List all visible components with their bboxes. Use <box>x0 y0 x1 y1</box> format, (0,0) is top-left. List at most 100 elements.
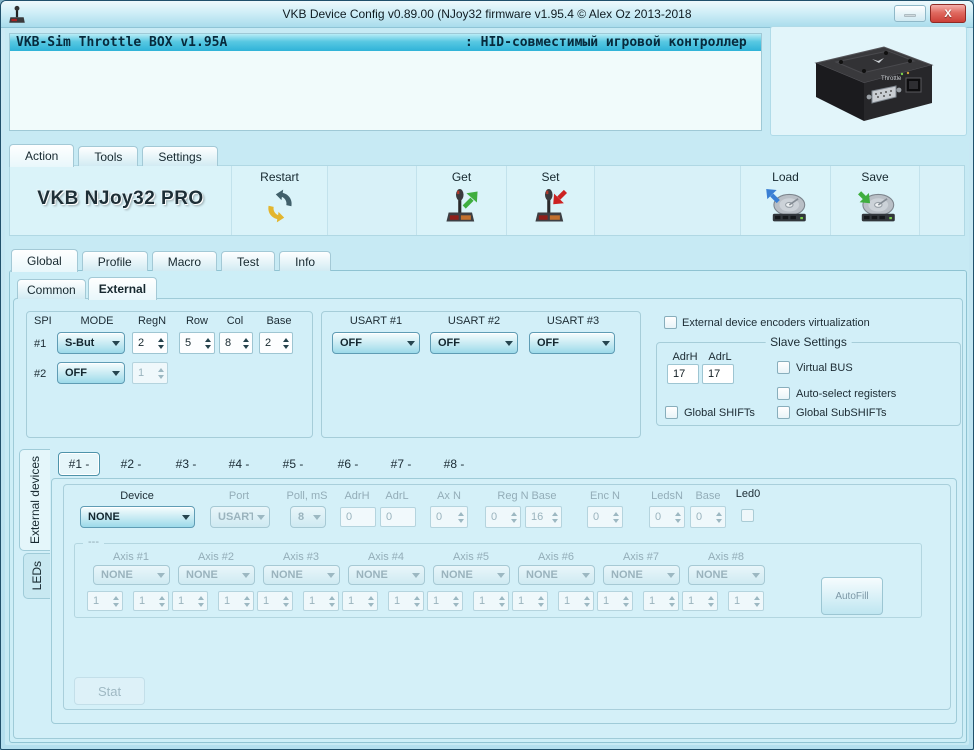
spi-2-mode-select[interactable]: OFF <box>57 362 125 384</box>
spinner-down-icon[interactable] <box>205 345 211 349</box>
device-tab-3[interactable]: #3 - <box>176 457 197 471</box>
spinner-down-icon[interactable] <box>243 345 249 349</box>
device-list-selected-row[interactable]: VKB-Sim Throttle BOX v1.95A : HID-совмес… <box>10 34 761 51</box>
ledsn-stepper: 0 <box>649 506 685 528</box>
spinner-up-icon <box>675 512 681 516</box>
axn-stepper: 0 <box>430 506 468 528</box>
chevron-down-icon <box>178 515 194 520</box>
minimize-button[interactable] <box>894 5 926 22</box>
device-tab-8[interactable]: #8 - <box>444 457 465 471</box>
spinner-buttons[interactable] <box>279 338 292 349</box>
chevron-down-icon <box>598 341 614 346</box>
axis-1-column: Axis #1 NONE 1 1 <box>85 544 170 619</box>
selected-value: S-But <box>58 337 108 349</box>
chevron-down-icon <box>309 515 325 520</box>
spi-1-col-stepper[interactable]: 8 <box>219 332 253 354</box>
tab-action[interactable]: Action <box>9 144 74 167</box>
encoders-virtualization-checkbox[interactable] <box>664 316 677 329</box>
axis-4-stepper-b: 1 <box>388 591 424 611</box>
tab-external[interactable]: External <box>88 277 157 300</box>
slave-settings-title: Slave Settings <box>765 335 852 349</box>
spinner-up-icon[interactable] <box>205 338 211 342</box>
spi-header-regn: RegN <box>138 315 166 327</box>
spinner-up-icon[interactable] <box>158 338 164 342</box>
selected-value: OFF <box>530 337 598 349</box>
spinner-buttons <box>534 596 547 607</box>
usart2-select[interactable]: OFF <box>430 332 518 354</box>
tab-global[interactable]: Global <box>11 249 78 272</box>
tab-tools[interactable]: Tools <box>78 146 138 166</box>
spinner-value: 1 <box>258 595 279 607</box>
autofill-button[interactable]: AutoFill <box>821 577 883 615</box>
auto-select-registers-checkbox[interactable] <box>777 387 790 400</box>
chevron-down-icon <box>108 371 124 376</box>
tab-test[interactable]: Test <box>221 251 275 271</box>
spinner-up-icon[interactable] <box>283 338 289 342</box>
selected-value: NONE <box>349 569 408 581</box>
external-device-settings-group: Device Port Poll, mS AdrH AdrL Ax N Reg … <box>63 484 951 710</box>
spinner-up-icon <box>368 596 374 600</box>
spinner-value: 1 <box>598 595 619 607</box>
device-tab-2[interactable]: #2 - <box>121 457 142 471</box>
selected-value: NONE <box>94 569 153 581</box>
ledsn-label: LedsN <box>651 490 683 502</box>
virtual-bus-checkbox[interactable] <box>777 361 790 374</box>
close-button[interactable]: X <box>930 4 966 23</box>
global-subshifts-label: Global SubSHIFTs <box>796 407 886 419</box>
global-subshifts-checkbox[interactable] <box>777 406 790 419</box>
tab-profile[interactable]: Profile <box>82 251 148 271</box>
axis-3-stepper-a: 1 <box>257 591 293 611</box>
spinner-buttons <box>609 512 622 523</box>
selected-value: NONE <box>604 569 663 581</box>
spi-1-base-stepper[interactable]: 2 <box>259 332 293 354</box>
restart-button[interactable]: Restart <box>232 166 328 235</box>
spi-1-regn-stepper[interactable]: 2 <box>132 332 168 354</box>
axis-7-select: NONE <box>603 565 680 585</box>
led0-label: Led0 <box>736 488 760 500</box>
spinner-down-icon[interactable] <box>283 345 289 349</box>
adrh-field[interactable]: 17 <box>667 364 699 384</box>
device-select[interactable]: NONE <box>80 506 195 528</box>
set-button[interactable]: Set <box>507 166 595 235</box>
spinner-down-icon <box>283 603 289 607</box>
spinner-down-icon[interactable] <box>158 345 164 349</box>
usart3-select[interactable]: OFF <box>529 332 615 354</box>
adrl-field[interactable]: 17 <box>702 364 734 384</box>
chevron-down-icon <box>408 573 424 578</box>
spi-1-row-stepper[interactable]: 5 <box>179 332 215 354</box>
axis-4-label: Axis #4 <box>368 551 404 563</box>
tab-macro[interactable]: Macro <box>152 251 217 271</box>
stat-button[interactable]: Stat <box>74 677 145 705</box>
encn-stepper: 0 <box>587 506 623 528</box>
axis-5-stepper-a: 1 <box>427 591 463 611</box>
device-tab-7[interactable]: #7 - <box>391 457 412 471</box>
axis-6-stepper-a: 1 <box>512 591 548 611</box>
device-tab-1[interactable]: #1 - <box>58 452 100 476</box>
device-tab-5[interactable]: #5 - <box>283 457 304 471</box>
toolbar-spacer-3 <box>920 166 964 235</box>
spinner-buttons <box>109 596 122 607</box>
spinner-up-icon[interactable] <box>243 338 249 342</box>
side-tab-leds[interactable]: LEDs <box>23 553 50 599</box>
spinner-buttons <box>325 596 338 607</box>
spinner-down-icon <box>368 603 374 607</box>
device-tab-4[interactable]: #4 - <box>229 457 250 471</box>
global-shifts-checkbox[interactable] <box>665 406 678 419</box>
spinner-value: 1 <box>428 595 449 607</box>
tab-info[interactable]: Info <box>279 251 331 271</box>
tab-settings[interactable]: Settings <box>142 146 217 166</box>
device-tab-6[interactable]: #6 - <box>338 457 359 471</box>
spinner-value: 1 <box>304 595 325 607</box>
usart1-select[interactable]: OFF <box>332 332 420 354</box>
side-tab-external-devices[interactable]: External devices <box>19 449 50 551</box>
get-button[interactable]: Get <box>417 166 507 235</box>
spinner-buttons[interactable] <box>239 338 252 349</box>
device-tab-bar: #1 - #2 - #3 - #4 - #5 - #6 - #7 - #8 - <box>51 451 957 478</box>
load-button[interactable]: Load <box>741 166 831 235</box>
spinner-buttons[interactable] <box>201 338 214 349</box>
spinner-value: 2 <box>133 337 154 349</box>
spi-1-mode-select[interactable]: S-But <box>57 332 125 354</box>
save-button[interactable]: Save <box>831 166 920 235</box>
tab-common[interactable]: Common <box>17 279 86 299</box>
spinner-buttons[interactable] <box>154 338 167 349</box>
